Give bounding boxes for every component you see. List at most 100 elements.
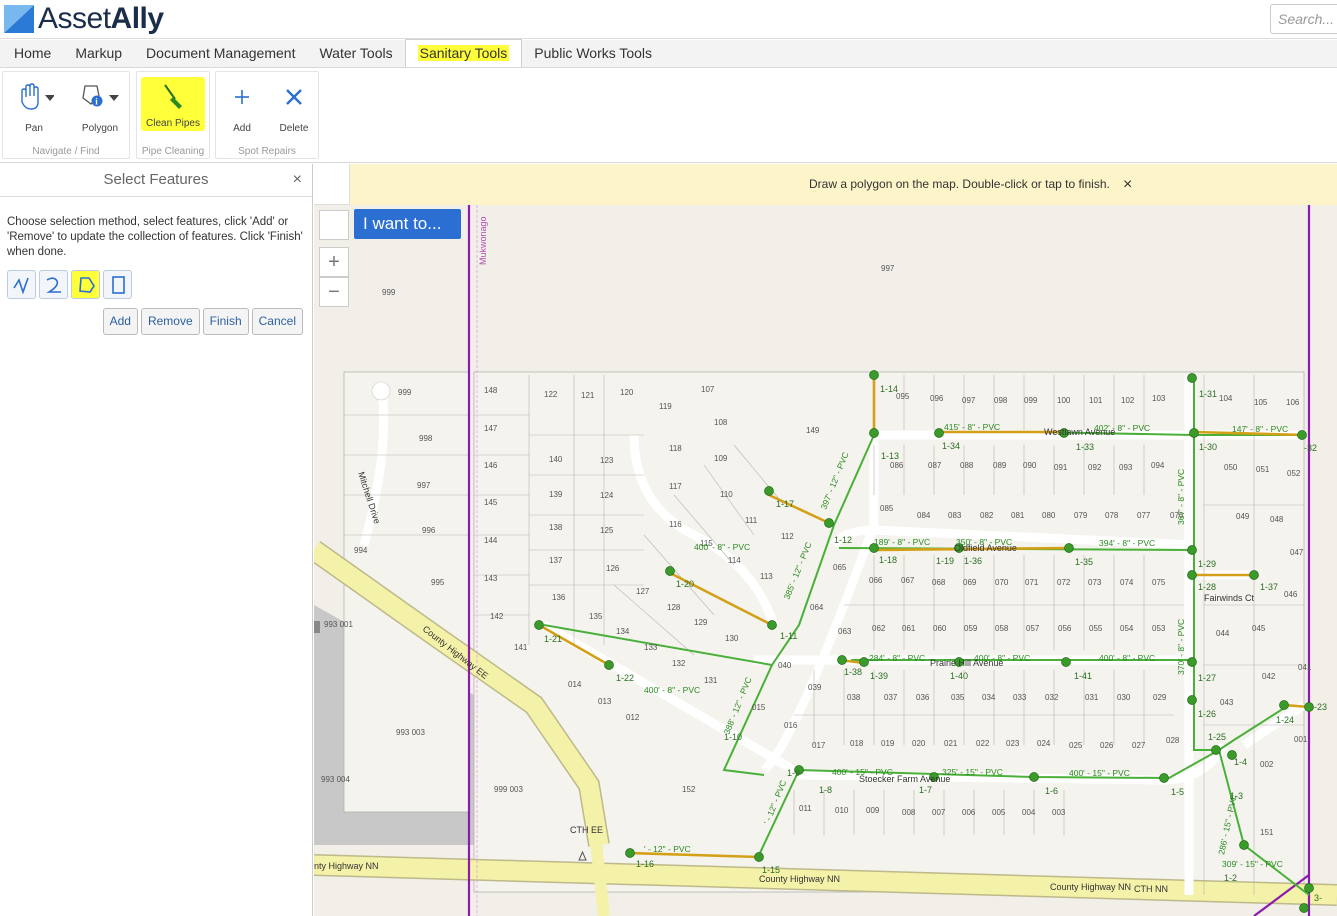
i-want-to-button[interactable]: I want to... <box>354 209 461 239</box>
svg-text:102: 102 <box>1121 396 1135 405</box>
svg-text:1-27: 1-27 <box>1198 673 1216 683</box>
svg-text:1-26: 1-26 <box>1198 709 1216 719</box>
locate-button[interactable] <box>319 210 349 272</box>
svg-text:049: 049 <box>1236 512 1250 521</box>
plus-icon <box>235 90 249 104</box>
svg-text:025: 025 <box>1069 741 1083 750</box>
svg-text:147' - 8" - PVC: 147' - 8" - PVC <box>1232 424 1288 434</box>
svg-text:088: 088 <box>960 461 974 470</box>
svg-text:004: 004 <box>1022 808 1036 817</box>
polygon-label: Polygon <box>81 123 119 134</box>
svg-text:1-24: 1-24 <box>1276 715 1294 725</box>
ribbon-toolbar: Pan i Polygon Navigate / Find Clean Pipe… <box>0 69 1337 163</box>
svg-text:367' - 8" - PVC: 367' - 8" - PVC <box>1176 469 1186 525</box>
svg-text:085: 085 <box>880 504 894 513</box>
svg-text:121: 121 <box>581 391 595 400</box>
tab-home[interactable]: Home <box>2 40 63 67</box>
svg-text:152: 152 <box>682 785 696 794</box>
add-spot-repair-button[interactable]: Add <box>226 78 258 134</box>
svg-text:189' - 8" - PVC: 189' - 8" - PVC <box>874 537 930 547</box>
app-header: AssetAlly Search... <box>0 0 1337 39</box>
svg-text:064: 064 <box>810 603 824 612</box>
freehand-select-button[interactable] <box>39 270 68 299</box>
svg-text:082: 082 <box>980 511 994 520</box>
svg-text:350' - 8" - PVC: 350' - 8" - PVC <box>956 537 1012 547</box>
svg-text:068: 068 <box>932 578 946 587</box>
logo-mark-icon <box>4 5 34 33</box>
svg-text:114: 114 <box>728 556 741 565</box>
add-label: Add <box>233 123 251 134</box>
svg-text:1-34: 1-34 <box>942 441 960 451</box>
zoom-in-button[interactable]: + <box>319 247 349 277</box>
cancel-button[interactable]: Cancel <box>251 308 303 335</box>
svg-text:400' - 8" - PVC: 400' - 8" - PVC <box>644 685 700 695</box>
svg-text:1-33: 1-33 <box>1076 442 1094 452</box>
map-canvas[interactable]: 997 999 999 998 997 996 995 994 993 001 993 00… <box>314 205 1337 916</box>
banner-close-icon[interactable]: × <box>1123 164 1132 205</box>
app-logo: AssetAlly <box>4 2 164 36</box>
svg-text:999: 999 <box>398 388 412 397</box>
svg-text:058: 058 <box>995 624 1009 633</box>
svg-text:045: 045 <box>1252 624 1266 633</box>
line-select-icon <box>12 277 29 294</box>
svg-text:098: 098 <box>994 396 1008 405</box>
svg-text:002: 002 <box>1260 760 1274 769</box>
tab-sanitary-tools[interactable]: Sanitary Tools <box>404 39 523 67</box>
panel-close-icon[interactable]: × <box>293 164 302 196</box>
zoom-out-button[interactable]: − <box>319 277 349 307</box>
add-button[interactable]: Add <box>102 308 138 335</box>
svg-text:402' - 8" - PVC: 402' - 8" - PVC <box>1094 423 1150 433</box>
svg-text:093: 093 <box>1119 463 1133 472</box>
svg-text:086: 086 <box>890 461 904 470</box>
svg-text:097: 097 <box>962 396 976 405</box>
svg-text:400' - 8" - PVC: 400' - 8" - PVC <box>1099 653 1155 663</box>
clean-pipes-button[interactable]: Clean Pipes <box>141 77 205 131</box>
svg-text:1-6: 1-6 <box>1045 786 1058 796</box>
svg-text:134: 134 <box>616 627 630 636</box>
svg-text:1-9: 1-9 <box>787 768 800 778</box>
svg-text:1-40: 1-40 <box>950 671 968 681</box>
svg-text:143: 143 <box>484 574 498 583</box>
svg-text:CTH EE: CTH EE <box>570 825 603 835</box>
tab-document-management[interactable]: Document Management <box>134 40 307 67</box>
tab-water-tools[interactable]: Water Tools <box>307 40 404 67</box>
collapse-panel-button[interactable] <box>314 164 350 220</box>
svg-text:065: 065 <box>833 563 847 572</box>
banner-text: Draw a polygon on the map. Double-click … <box>809 177 1110 191</box>
map-view[interactable]: Draw a polygon on the map. Double-click … <box>314 164 1337 916</box>
svg-text:144: 144 <box>484 536 498 545</box>
svg-text:148: 148 <box>484 386 498 395</box>
svg-text:997: 997 <box>881 264 895 273</box>
svg-text:1-38: 1-38 <box>844 667 862 677</box>
rectangle-select-button[interactable] <box>103 270 132 299</box>
ribbon-tabs: Home Markup Document Management Water To… <box>0 39 1337 68</box>
svg-text:022: 022 <box>976 739 990 748</box>
svg-text:nty Highway NN: nty Highway NN <box>314 861 379 871</box>
line-select-button[interactable] <box>7 270 36 299</box>
svg-text:1-28: 1-28 <box>1198 582 1216 592</box>
svg-text:028: 028 <box>1166 736 1180 745</box>
polygon-find-button[interactable]: i Polygon <box>73 78 127 134</box>
search-input[interactable]: Search... <box>1270 4 1337 34</box>
svg-text:043: 043 <box>1220 698 1234 707</box>
rectangle-select-icon <box>111 275 125 294</box>
svg-text:County Highway NN: County Highway NN <box>759 874 840 884</box>
svg-text:1-14: 1-14 <box>880 384 898 394</box>
svg-text:104: 104 <box>1219 394 1233 403</box>
svg-text:1-41: 1-41 <box>1074 671 1092 681</box>
tab-public-works-tools[interactable]: Public Works Tools <box>522 40 664 67</box>
finish-button[interactable]: Finish <box>202 308 249 335</box>
remove-button[interactable]: Remove <box>140 308 200 335</box>
svg-text:101: 101 <box>1089 396 1103 405</box>
svg-text:074: 074 <box>1120 578 1134 587</box>
svg-text:142: 142 <box>490 612 504 621</box>
svg-text:044: 044 <box>1216 629 1230 638</box>
polygon-select-button[interactable] <box>71 270 100 299</box>
svg-text:105: 105 <box>1254 398 1268 407</box>
svg-text:127: 127 <box>636 587 650 596</box>
svg-text:309' - 15" - PVC: 309' - 15" - PVC <box>1222 859 1283 869</box>
tab-markup[interactable]: Markup <box>63 40 134 67</box>
pan-button[interactable]: Pan <box>9 78 59 134</box>
svg-text:119: 119 <box>659 402 672 411</box>
delete-spot-repair-button[interactable]: Delete <box>274 78 314 134</box>
